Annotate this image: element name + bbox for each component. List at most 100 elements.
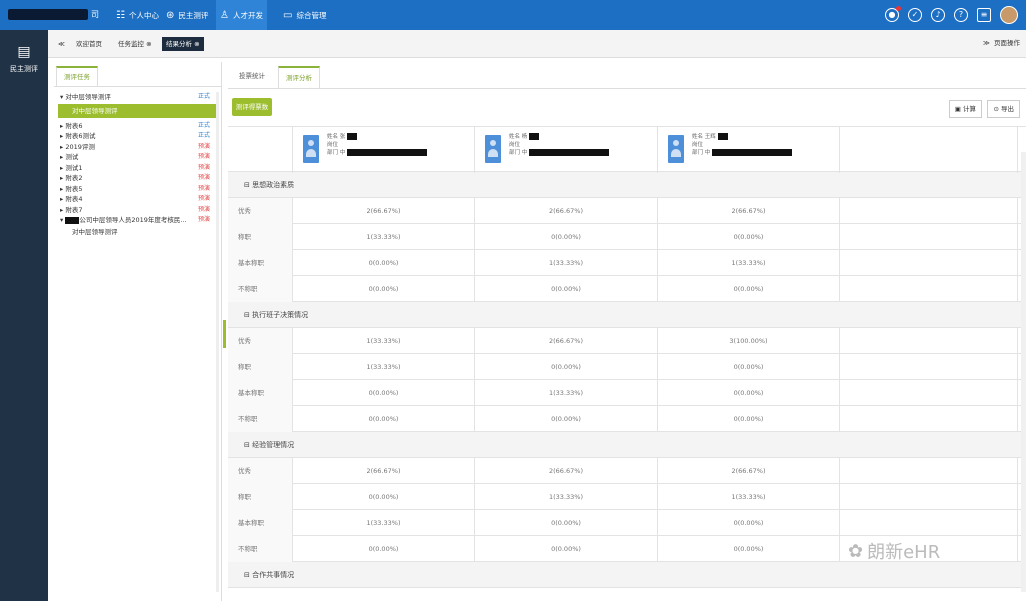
tree-item[interactable]: ▸ 附表5 预演 [58,184,216,195]
tree-item-label: ▸ 测试1 [60,163,83,172]
tab-result-analysis-label: 结果分析 [166,40,192,48]
page-operations[interactable]: ≫ 页面操作 [983,37,1020,47]
check-icon[interactable]: ✓ [908,8,922,22]
tree-item[interactable]: ▸ 测试 预演 [58,152,216,163]
tab-vote-statistics[interactable]: 投票统计 [232,66,272,88]
rating-value: 1(33.33%) [475,484,658,510]
tree-item[interactable]: 对中层领导测评 [58,226,216,239]
evaluation-icon: ⊛ [166,9,175,21]
tree-item[interactable]: ▸ 附表6 正式 [58,121,216,132]
section-header[interactable]: ⊟ 思想政治素质 [228,172,1026,198]
tab-evaluation-tasks[interactable]: 测评任务 [56,66,98,86]
user-avatar[interactable] [1000,6,1018,24]
person-dept: 部门 中 [327,149,428,157]
rating-value: 1(33.33%) [475,380,658,406]
redacted-text [65,216,80,224]
rating-value: 2(66.67%) [475,198,658,224]
tree-scrollbar[interactable] [216,92,219,592]
rating-label: 称职 [228,354,293,380]
export-label: 导出 [1001,105,1014,113]
rating-value: 0(0.00%) [293,484,475,510]
tree-item[interactable]: ▸ 附表2 预演 [58,173,216,184]
top-navigation-bar: 司 ☷ 个人中心 ⊛ 民主测评 ♙ 人才开发 ▭ 综合管理 ● ✓ ♪ ? ≡ [0,0,1026,30]
section-header[interactable]: ⊟ 合作共事情况 [228,562,1026,588]
task-tree-panel: 测评任务 ▾ 对中层领导测评 正式 对中层领导测评 ▸ 附表6 正式 ▸ 附表6测试 正式 ▸… [54,62,222,601]
status-badge: 预演 [197,205,210,213]
notification-icon[interactable]: ● [885,6,901,22]
tree-item[interactable]: ▾ 对中层领导测评 正式 [58,92,216,103]
tree-item[interactable]: ▸ 附表4 预演 [58,194,216,205]
nav-label: 个人中心 [128,10,159,20]
person-pos: 岗位 [509,141,609,149]
grid-scrollbar[interactable] [1021,152,1026,592]
header-cell [228,127,293,173]
person-pos: 岗位 [692,141,792,149]
tree-item[interactable]: ▸ 附表6测试 正式 [58,131,216,142]
tree-item[interactable]: ▸ 2019评测 预演 [58,142,216,153]
person-name-text: 姓名 杨 [509,134,528,140]
tabs-back-button[interactable]: ≪ [54,37,69,51]
redacted-text [347,149,428,156]
tab-task-monitor-label: 任务监控 [118,40,144,48]
person-pos-text: 岗位 [692,142,704,148]
rating-value [840,458,1018,484]
rating-value: 0(0.00%) [658,536,840,562]
tab-task-monitor[interactable]: 任务监控 ⊗ [114,37,156,51]
redacted-text [529,149,610,156]
tab-result-analysis[interactable]: 结果分析 ⊗ [162,37,204,51]
nav-user-center[interactable]: ☷ 个人中心 [112,0,163,30]
rating-value: 0(0.00%) [475,354,658,380]
calculate-button[interactable]: ▣ 计算 [948,100,982,118]
person-pos-text: 岗位 [327,142,339,148]
person-card[interactable]: 姓名 王辉 岗位 部门 中 [658,127,839,163]
tab-welcome[interactable]: 欢迎首页 [72,37,106,51]
person-card[interactable]: 姓名 杨岗位 部门 中 [475,127,657,163]
rating-label: 优秀 [228,198,293,224]
help-icon[interactable]: ? [954,8,968,22]
nav-label: 综合管理 [296,10,327,20]
header-cell [840,127,1018,173]
rating-value: 0(0.00%) [293,250,475,276]
bell-icon[interactable]: ♪ [931,8,945,22]
person-name: 姓名 王辉 [692,133,792,141]
tree-item-label: 对中层领导测评 [72,106,118,115]
redacted-text [717,133,728,140]
document-icon[interactable]: ≡ [977,8,991,22]
table-row: 称职 1(33.33%) 0(0.00%) 0(0.00%) [228,354,1026,380]
person-header-row: 姓名 张岗位 部门 中姓名 杨岗位 部门 中姓名 王辉 岗位 部门 中 [228,126,1026,173]
company-logo-redacted [8,9,88,20]
tree-item[interactable]: 对中层领导测评 [58,103,216,118]
person-name-text: 姓名 王辉 [692,134,716,140]
evaluation-module-icon[interactable]: ▤ [0,44,48,60]
tree-item[interactable]: ▸ 测试1 预演 [58,163,216,174]
wechat-icon: ✿ [848,540,864,562]
redacted-text [529,133,540,140]
header-cell: 姓名 王辉 岗位 部门 中 [658,127,840,173]
section-header[interactable]: ⊟ 执行班子决策情况 [228,302,1026,328]
nav-talent[interactable]: ♙ 人才开发 [216,0,267,30]
table-row: 基本称职 1(33.33%) 0(0.00%) 0(0.00%) [228,510,1026,536]
section-title: 合作共事情况 [252,571,295,579]
tree-item[interactable]: ▸ 附表7 预演 [58,205,216,216]
rating-value: 0(0.00%) [293,406,475,432]
nav-monitor[interactable]: ▭ 综合管理 [279,0,330,30]
panel-splitter[interactable] [223,320,226,348]
vote-count-button[interactable]: 测评得票数 [232,98,272,116]
table-row: 优秀 2(66.67%) 2(66.67%) 2(66.67%) [228,458,1026,484]
rating-value: 1(33.33%) [293,328,475,354]
person-card[interactable]: 姓名 张岗位 部门 中 [293,127,474,163]
user-center-icon: ☷ [116,9,125,21]
table-row: 称职 0(0.00%) 1(33.33%) 1(33.33%) [228,484,1026,510]
rating-value: 1(33.33%) [293,354,475,380]
sidebar-label[interactable]: 民主测评 [0,64,48,74]
tab-evaluation-analysis[interactable]: 测评分析 [278,66,320,88]
nav-evaluation[interactable]: ⊛ 民主测评 [162,0,212,30]
rating-value [840,510,1018,536]
export-button[interactable]: ⊙ 导出 [987,100,1020,118]
rating-value: 0(0.00%) [475,510,658,536]
tree-item[interactable]: ▾ 公司中层领导人员2019年度考核民... 预演 [58,215,216,226]
tree-item-label: ▸ 附表7 [60,205,83,214]
rating-value: 2(66.67%) [293,458,475,484]
section-header[interactable]: ⊟ 经验管理情况 [228,432,1026,458]
rating-label: 优秀 [228,458,293,484]
